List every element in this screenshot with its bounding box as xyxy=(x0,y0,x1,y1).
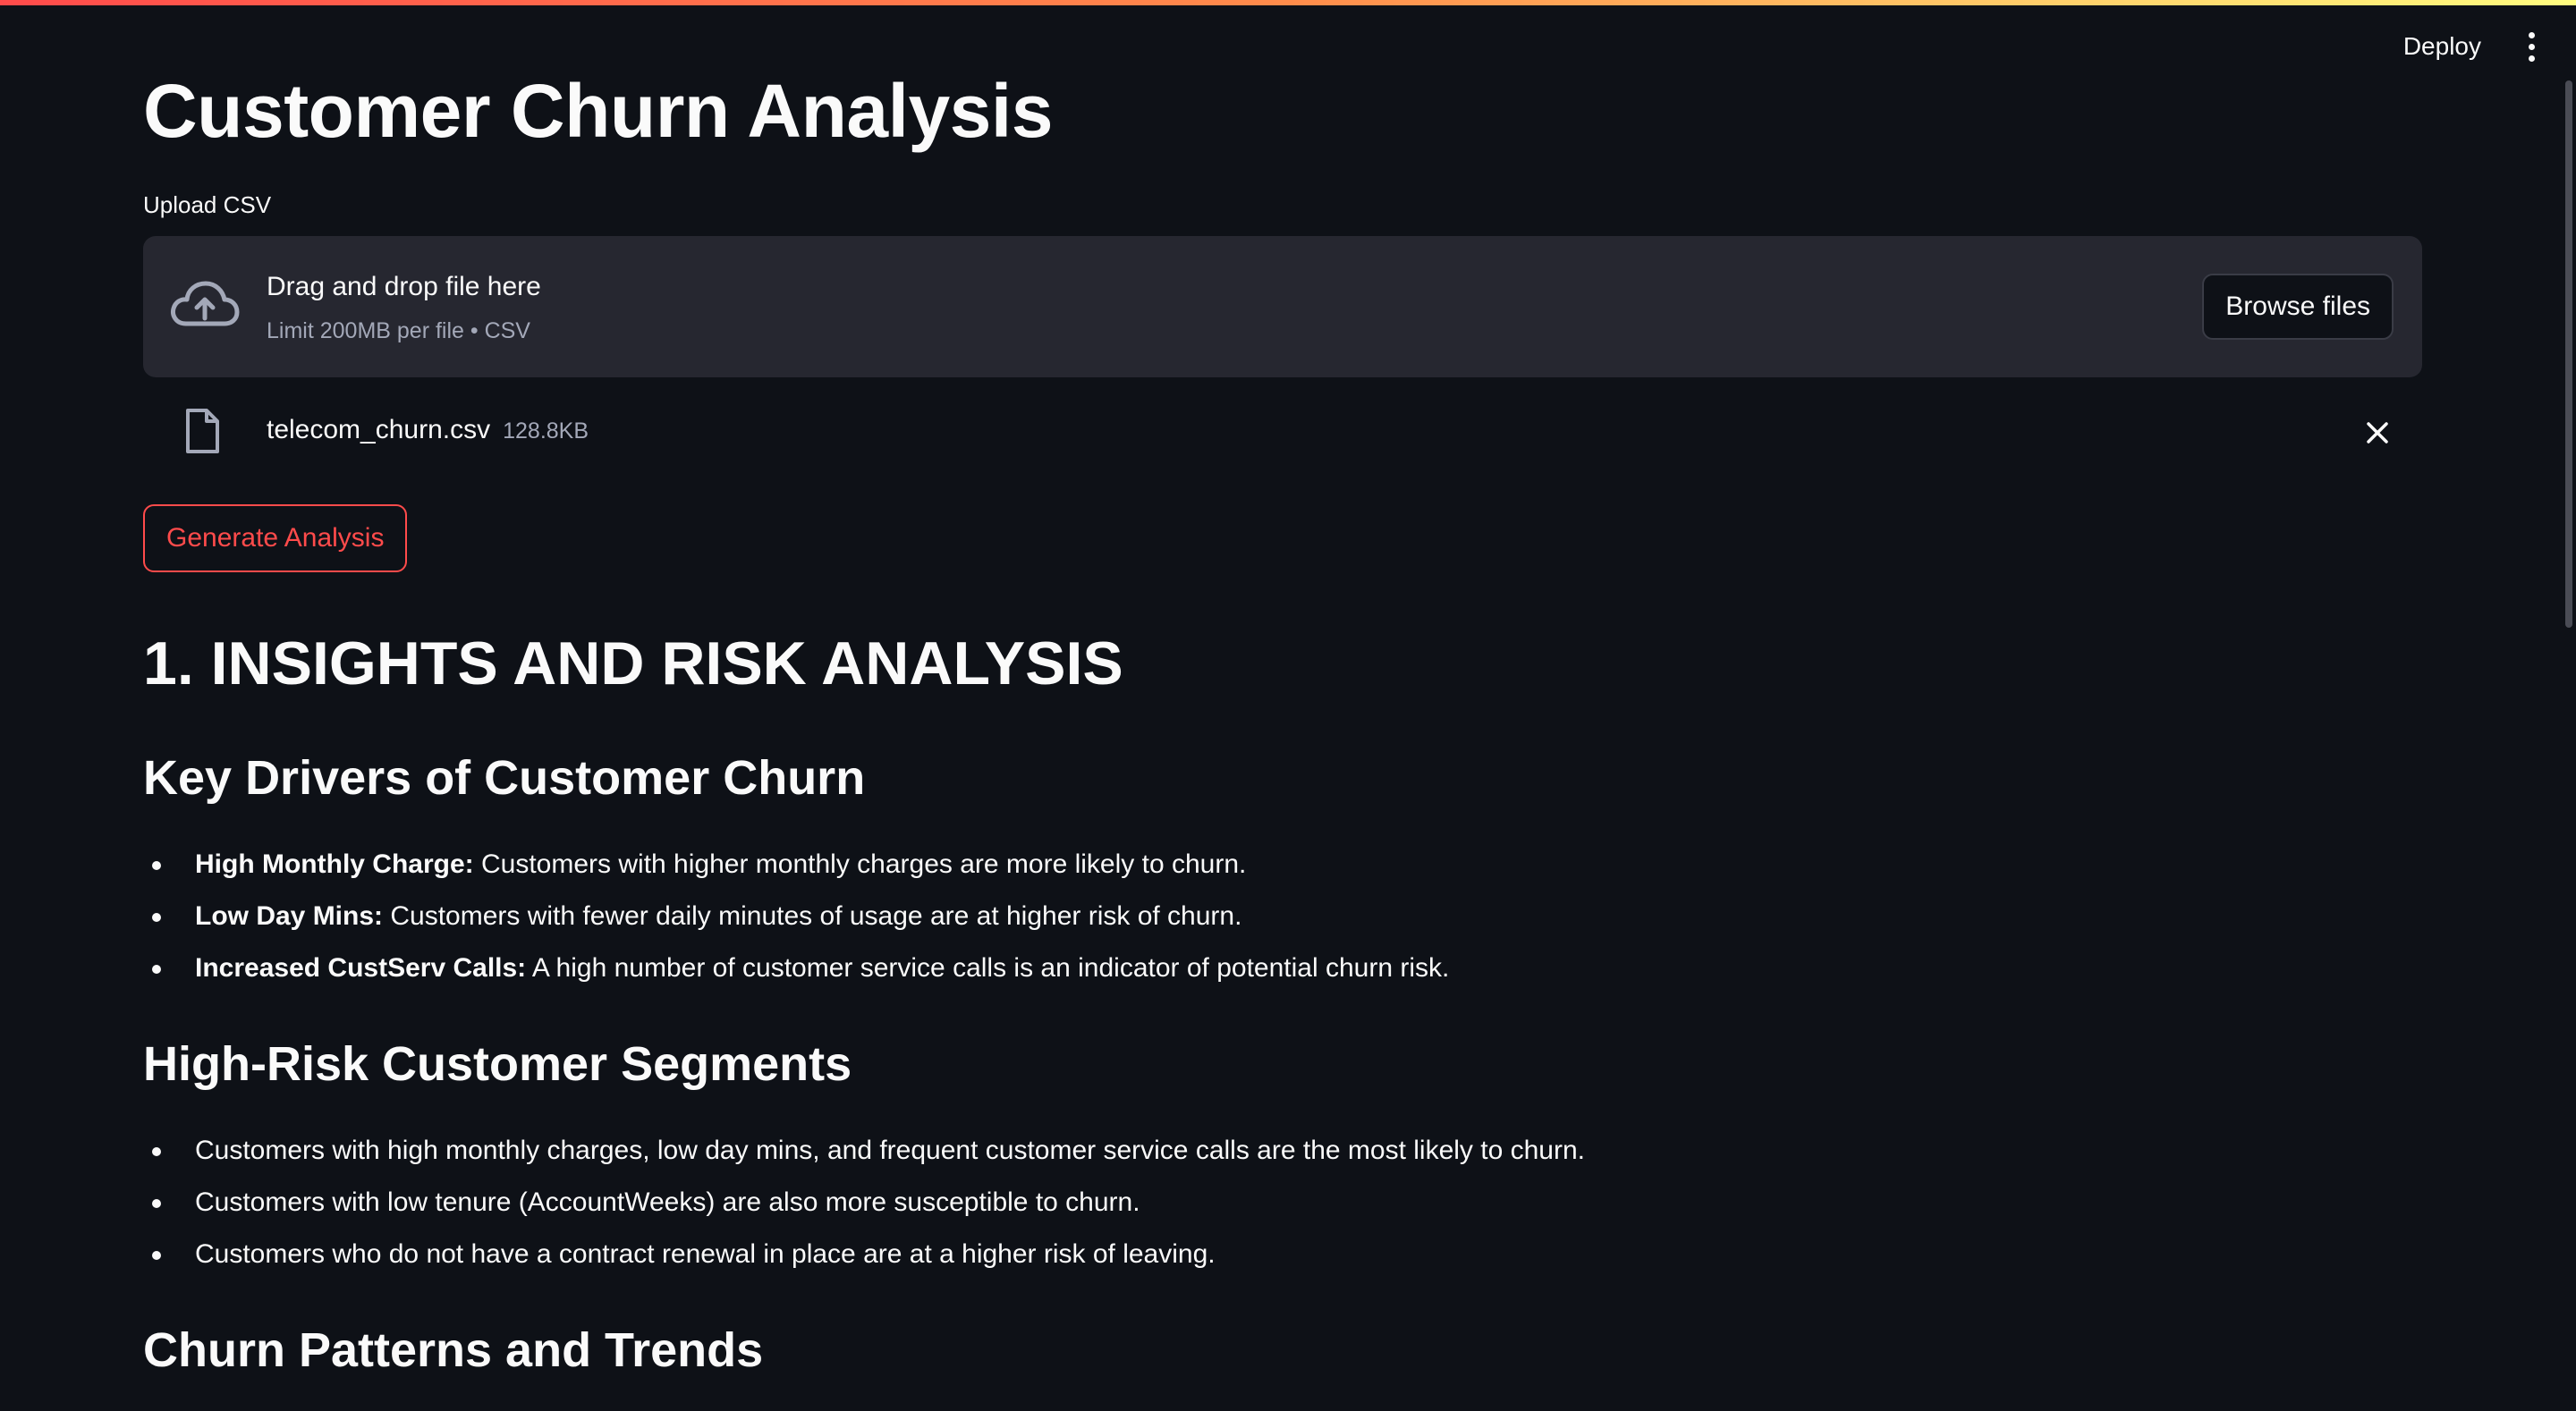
list-item-term: Low Day Mins: xyxy=(195,901,384,931)
section-title: 1. INSIGHTS AND RISK ANALYSIS xyxy=(143,629,1123,697)
kebab-menu-icon[interactable] xyxy=(2522,29,2540,65)
list-item: Customers with low tenure (AccountWeeks)… xyxy=(143,1177,1585,1229)
list-item: Customers with high monthly charges, low… xyxy=(143,1125,1585,1177)
file-size: 128.8KB xyxy=(503,418,589,444)
key-drivers-heading: Key Drivers of Customer Churn xyxy=(143,751,866,805)
dropzone-instruction: Drag and drop file here xyxy=(267,272,541,301)
dropzone-limit-text: Limit 200MB per file • CSV xyxy=(267,318,530,343)
list-item-text: Customers with fewer daily minutes of us… xyxy=(383,901,1242,931)
list-item-term: High Monthly Charge: xyxy=(195,849,474,879)
list-item: Customers who do not have a contract ren… xyxy=(143,1229,1585,1280)
close-icon[interactable] xyxy=(2361,417,2394,449)
key-drivers-list: High Monthly Charge: Customers with high… xyxy=(143,839,1449,994)
list-item: High Monthly Charge: Customers with high… xyxy=(143,839,1449,891)
browse-files-button[interactable]: Browse files xyxy=(2202,274,2394,340)
uploaded-file-name: telecom_churn.csv 128.8KB xyxy=(267,415,589,445)
file-dropzone[interactable]: Drag and drop file here Limit 200MB per … xyxy=(143,236,2422,377)
page-title: Customer Churn Analysis xyxy=(143,69,1053,153)
upload-label: Upload CSV xyxy=(143,191,272,218)
app-toolbar: Deploy xyxy=(2394,27,2540,66)
top-decoration-bar xyxy=(0,0,2576,5)
list-item-term: Increased CustServ Calls: xyxy=(195,953,527,983)
high-risk-segments-heading: High-Risk Customer Segments xyxy=(143,1037,852,1091)
file-name-text: telecom_churn.csv xyxy=(267,415,491,444)
list-item-text: Customers with higher monthly charges ar… xyxy=(473,849,1247,879)
vertical-scrollbar[interactable] xyxy=(2565,80,2572,628)
deploy-button[interactable]: Deploy xyxy=(2394,27,2490,66)
list-item-text: A high number of customer service calls … xyxy=(526,953,1450,983)
generate-analysis-button[interactable]: Generate Analysis xyxy=(143,504,408,572)
high-risk-segments-list: Customers with high monthly charges, low… xyxy=(143,1125,1585,1280)
list-item: Increased CustServ Calls: A high number … xyxy=(143,942,1449,994)
list-item: Low Day Mins: Customers with fewer daily… xyxy=(143,891,1449,942)
uploaded-file-item: telecom_churn.csv 128.8KB xyxy=(143,399,2422,467)
churn-patterns-heading: Churn Patterns and Trends xyxy=(143,1323,764,1377)
cloud-upload-icon xyxy=(171,281,240,326)
file-icon xyxy=(186,409,219,453)
